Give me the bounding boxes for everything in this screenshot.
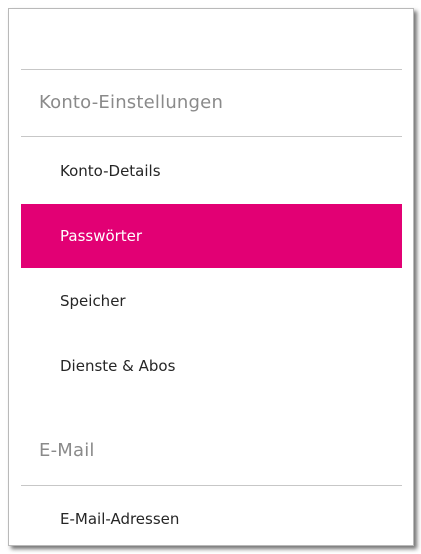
section-divider-e-mail xyxy=(21,485,402,486)
section-divider-konto xyxy=(21,136,402,137)
settings-sidebar-panel: Konto-Einstellungen Konto-Details Passwö… xyxy=(8,8,414,546)
nav-item-label: Passwörter xyxy=(60,227,143,245)
section-title-e-mail: E-Mail xyxy=(39,440,95,461)
nav-item-label: Konto-Details xyxy=(60,162,161,180)
top-divider xyxy=(21,69,402,70)
nav-item-e-mail-adressen[interactable]: E-Mail-Adressen xyxy=(21,487,402,551)
nav-item-passwoerter[interactable]: Passwörter xyxy=(21,204,402,268)
section-title-konto-einstellungen: Konto-Einstellungen xyxy=(39,92,224,113)
nav-item-label: E-Mail-Adressen xyxy=(60,510,180,528)
nav-item-speicher[interactable]: Speicher xyxy=(21,269,402,333)
nav-item-label: Speicher xyxy=(60,292,126,310)
nav-item-label: Dienste & Abos xyxy=(60,357,176,375)
nav-item-dienste-abos[interactable]: Dienste & Abos xyxy=(21,334,402,398)
nav-item-konto-details[interactable]: Konto-Details xyxy=(21,139,402,203)
